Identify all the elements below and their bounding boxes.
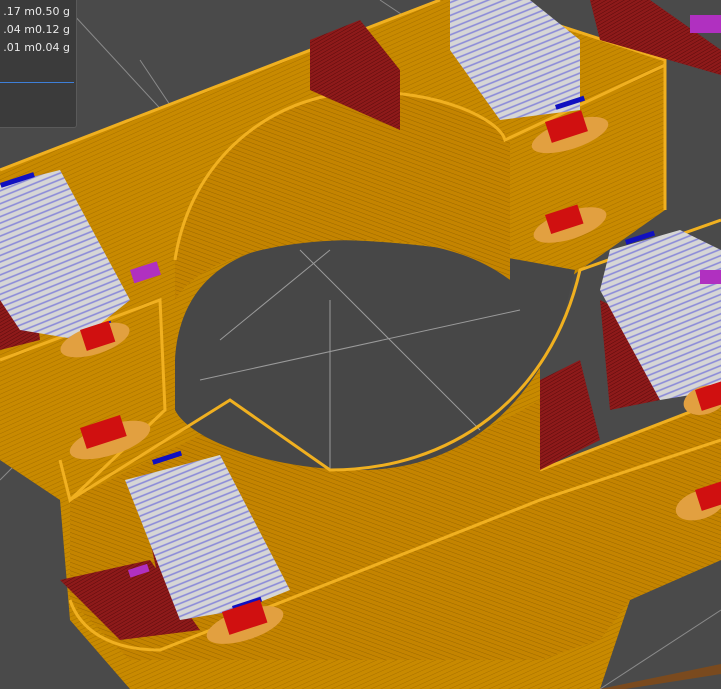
print-preview-viewport[interactable] bbox=[0, 0, 721, 689]
legend-length: .04 m bbox=[3, 23, 35, 36]
legend-weight: 0.12 g bbox=[35, 23, 70, 36]
legend-weight: 0.50 g bbox=[35, 5, 70, 18]
legend-length: .01 m bbox=[3, 41, 35, 54]
legend-row: .01 m 0.04 g bbox=[0, 40, 76, 56]
legend-panel: .17 m 0.50 g .04 m 0.12 g .01 m 0.04 g bbox=[0, 0, 77, 128]
legend-length: .17 m bbox=[3, 5, 35, 18]
legend-row: .04 m 0.12 g bbox=[0, 22, 76, 38]
filament-rod bbox=[600, 664, 721, 689]
legend-divider bbox=[0, 82, 74, 83]
legend-weight: 0.04 g bbox=[35, 41, 70, 54]
legend-row: .17 m 0.50 g bbox=[0, 4, 76, 20]
